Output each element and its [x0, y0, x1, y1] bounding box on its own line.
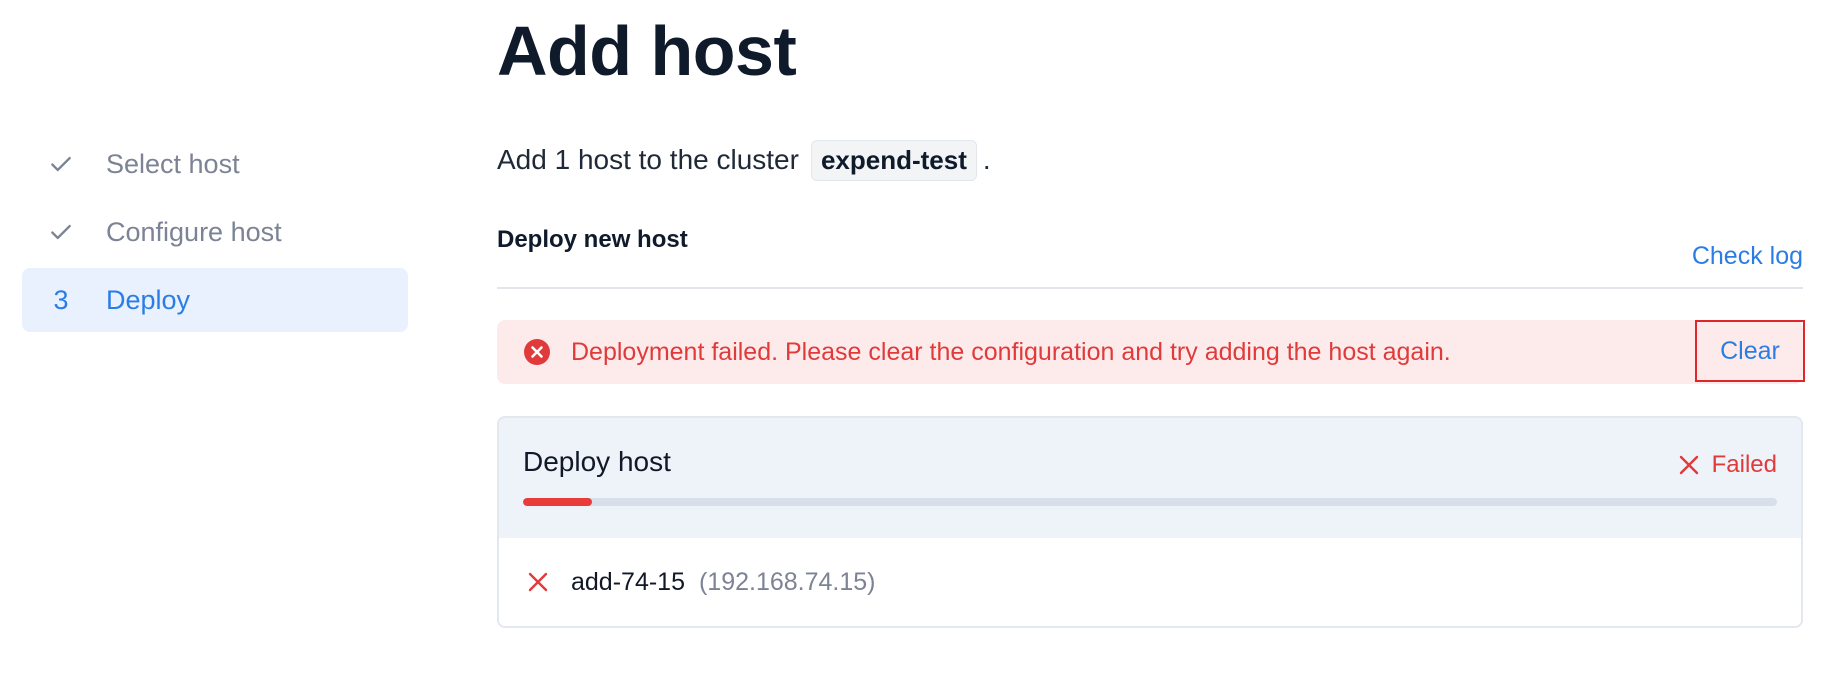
step-label: Select host — [106, 148, 240, 179]
close-icon — [1679, 455, 1698, 475]
section-header: Deploy new host Check log — [497, 224, 1803, 289]
deploy-card: Deploy host Failed add-74-15 (192.168.74… — [497, 416, 1803, 628]
step-select-host[interactable]: Select host — [22, 132, 408, 196]
intro-prefix: Add 1 host to the cluster — [497, 144, 799, 175]
step-number: 3 — [53, 284, 69, 315]
check-icon — [46, 219, 76, 245]
status-label: Failed — [1711, 451, 1777, 478]
deploy-card-header: Deploy host Failed — [499, 418, 1801, 538]
cluster-name: expend-test — [810, 139, 977, 181]
error-circle-icon — [524, 339, 550, 365]
host-ip: (192.168.74.15) — [698, 567, 876, 596]
step-label: Configure host — [106, 216, 282, 247]
check-icon — [46, 151, 76, 177]
deploy-card-title: Deploy host — [523, 446, 671, 477]
status-badge: Failed — [1678, 451, 1777, 479]
error-alert: Deployment failed. Please clear the conf… — [497, 320, 1805, 384]
error-message: Deployment failed. Please clear the conf… — [571, 337, 1451, 366]
intro-text: Add 1 host to the cluster expend-test . — [497, 138, 1803, 182]
progress-fill — [523, 498, 592, 506]
section-title: Deploy new host — [497, 226, 688, 253]
page-title: Add host — [497, 12, 797, 90]
step-label: Deploy — [106, 284, 191, 315]
progress-bar — [523, 498, 1777, 506]
add-host-page: Select host Configure host 3 Deploy Add … — [0, 0, 1834, 674]
host-name: add-74-15 — [571, 567, 685, 596]
clear-button[interactable]: Clear — [1695, 320, 1805, 382]
step-deploy[interactable]: 3 Deploy — [22, 268, 408, 332]
step-configure-host[interactable]: Configure host — [22, 200, 408, 264]
main-content: Add host Add 1 host to the cluster expen… — [497, 0, 1805, 628]
stepper: Select host Configure host 3 Deploy — [22, 132, 408, 336]
host-row: add-74-15 (192.168.74.15) — [499, 538, 1801, 626]
intro-suffix: . — [982, 144, 991, 175]
check-log-link[interactable]: Check log — [1692, 242, 1803, 271]
close-icon — [528, 572, 548, 592]
